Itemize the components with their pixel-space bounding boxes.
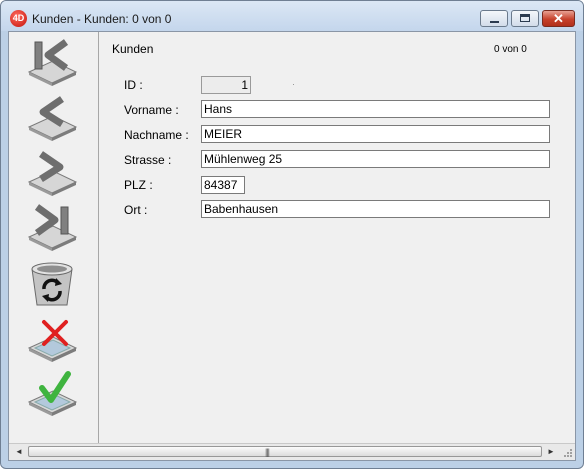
previous-record-button[interactable] [26, 94, 78, 142]
accept-button[interactable] [26, 370, 78, 418]
window: 4D Kunden - Kunden: 0 von 0 ✕ Kunden 0 v… [0, 0, 584, 469]
last-record-icon [27, 204, 78, 251]
trash-icon [31, 262, 73, 306]
nachname-label: Nachname : [124, 128, 189, 142]
maximize-button[interactable] [511, 10, 539, 27]
id-label: ID : [124, 78, 143, 92]
vorname-label: Vorname : [124, 103, 179, 117]
scroll-left-arrow-icon[interactable]: ◄ [13, 446, 25, 458]
next-record-icon [27, 151, 78, 196]
record-form: Kunden 0 von 0 ID : 1 Vorname : Hans Nac… [98, 32, 575, 443]
client-area: Kunden 0 von 0 ID : 1 Vorname : Hans Nac… [8, 31, 576, 461]
scrollbar-thumb[interactable]: ||| [28, 446, 542, 457]
ort-field[interactable]: Babenhausen [201, 200, 550, 218]
record-counter: 0 von 0 [494, 44, 527, 55]
4d-app-icon: 4D [10, 10, 27, 27]
strasse-field[interactable]: Mühlenweg 25 [201, 150, 550, 168]
cancel-icon [27, 320, 78, 362]
minimize-button[interactable] [480, 10, 508, 27]
horizontal-scrollbar[interactable]: ◄ ||| ► [9, 443, 575, 460]
delete-record-button[interactable] [26, 260, 78, 308]
scroll-right-arrow-icon[interactable]: ► [545, 446, 557, 458]
strasse-label: Strasse : [124, 153, 172, 167]
accept-icon [27, 371, 78, 416]
plz-field[interactable]: 84387 [201, 176, 245, 194]
cancel-button[interactable] [26, 316, 78, 364]
first-record-button[interactable] [26, 39, 78, 87]
maximize-icon [520, 14, 530, 22]
ort-label: Ort : [124, 203, 148, 217]
minimize-icon [490, 21, 499, 23]
first-record-icon [27, 39, 78, 86]
next-record-button[interactable] [26, 149, 78, 197]
last-record-button[interactable] [26, 204, 78, 252]
previous-record-icon [27, 96, 78, 141]
close-icon: ✕ [553, 11, 564, 26]
id-field[interactable]: 1 [201, 76, 251, 94]
separator-dot [293, 84, 294, 85]
nachname-field[interactable]: MEIER [201, 125, 550, 143]
vorname-field[interactable]: Hans [201, 100, 550, 118]
window-title: Kunden - Kunden: 0 von 0 [32, 12, 172, 26]
title-bar[interactable]: 4D Kunden - Kunden: 0 von 0 ✕ [1, 1, 583, 31]
plz-label: PLZ : [124, 178, 153, 192]
close-button[interactable]: ✕ [542, 10, 575, 27]
form-heading: Kunden [112, 42, 154, 56]
scrollbar-grip-icon: ||| [265, 447, 270, 457]
record-toolbar [9, 32, 99, 443]
resize-grip-icon[interactable] [561, 446, 573, 458]
